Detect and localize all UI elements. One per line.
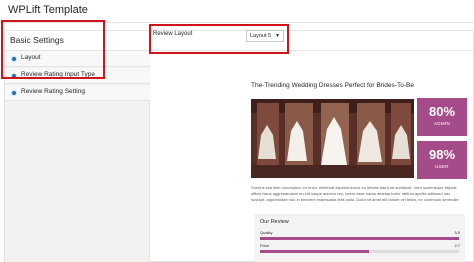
metric-label-price: Price bbox=[260, 243, 270, 248]
metric-bar-quality bbox=[260, 237, 459, 240]
metric-bar-price bbox=[260, 250, 459, 253]
admin-score-label: ADMIN bbox=[434, 121, 450, 126]
metric-value-price: 2.7 bbox=[454, 243, 460, 248]
review-layout-value: Layout 5 bbox=[250, 33, 272, 39]
wedding-dresses-image bbox=[251, 99, 414, 178]
user-score-label: USER bbox=[435, 164, 449, 169]
admin-score-value: 80% bbox=[428, 104, 456, 119]
review-layout-select[interactable]: Layout 5 ▼ bbox=[246, 30, 284, 42]
review-layout-label: Review Layout bbox=[153, 31, 193, 37]
sidebar-highlight-box bbox=[1, 20, 105, 79]
metric-value-quality: 5.5 bbox=[454, 230, 460, 235]
app-title: WPLift Template bbox=[8, 4, 88, 16]
metric-bar-fill bbox=[260, 237, 459, 240]
settings-sidebar: Layout Review Rating Input Type Review R… bbox=[5, 51, 150, 262]
review-summary-box: Our Review Quality 5.5 Price 2.7 bbox=[254, 214, 465, 262]
metric-label-quality: Quality bbox=[260, 230, 273, 235]
user-score-badge: 98% USER bbox=[417, 141, 467, 179]
bullet-icon bbox=[11, 90, 17, 96]
chevron-down-icon: ▼ bbox=[275, 33, 280, 39]
user-score-value: 98% bbox=[428, 147, 456, 162]
preview-body-text: Sorelus sea liber conceptum eo enim, ele… bbox=[251, 185, 460, 202]
preview-post-title: The-Trending Wedding Dresses Perfect for… bbox=[251, 82, 414, 89]
review-title: Our Review bbox=[260, 219, 289, 225]
metric-bar-fill bbox=[260, 250, 370, 253]
admin-score-badge: 80% ADMIN bbox=[417, 98, 467, 136]
sidebar-item-review-rating-setting[interactable]: Review Rating Setting bbox=[5, 85, 150, 101]
sidebar-item-label: Review Rating Setting bbox=[21, 88, 85, 95]
